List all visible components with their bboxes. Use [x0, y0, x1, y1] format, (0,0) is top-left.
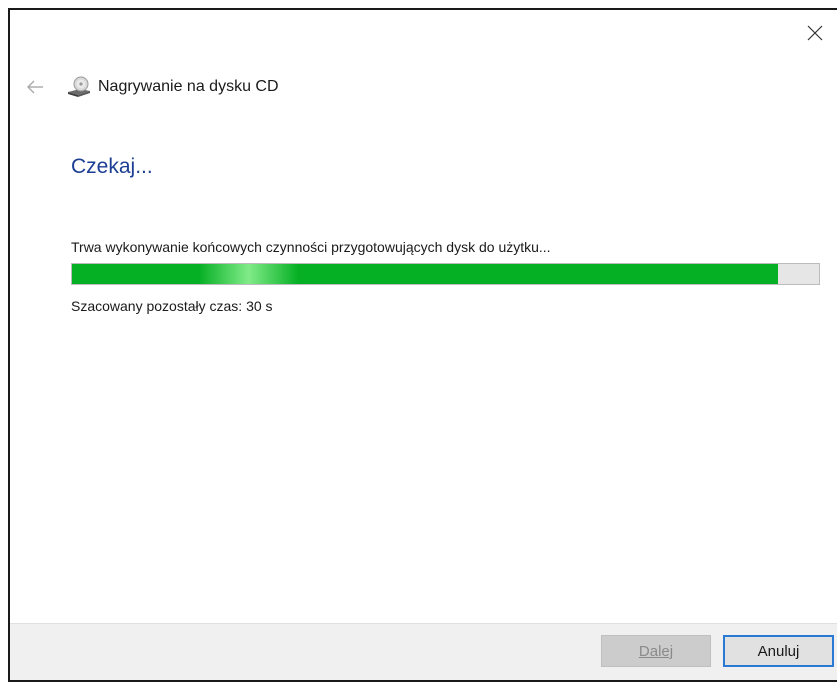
progress-bar-shine: [199, 264, 298, 284]
wizard-footer: Dalej Anuluj: [10, 623, 837, 680]
wizard-header: Nagrywanie na dysku CD: [24, 74, 279, 100]
cancel-button-label: Anuluj: [757, 642, 800, 660]
back-button[interactable]: [24, 76, 46, 98]
close-icon: [807, 25, 823, 41]
status-text: Trwa wykonywanie końcowych czynności prz…: [71, 239, 551, 255]
progress-bar-fill: [72, 264, 778, 284]
cancel-button[interactable]: Anuluj: [723, 635, 834, 667]
wizard-window: Nagrywanie na dysku CD Czekaj... Trwa wy…: [8, 8, 837, 682]
window-title: Nagrywanie na dysku CD: [98, 78, 279, 95]
next-button-label: Dalej: [638, 642, 674, 660]
arrow-left-icon: [27, 80, 43, 94]
close-button[interactable]: [797, 18, 833, 48]
progress-bar: [71, 263, 820, 285]
page-heading: Czekaj...: [71, 155, 153, 178]
eta-text: Szacowany pozostały czas: 30 s: [71, 298, 273, 314]
next-button[interactable]: Dalej: [601, 635, 711, 667]
cd-drive-icon: [66, 76, 92, 98]
